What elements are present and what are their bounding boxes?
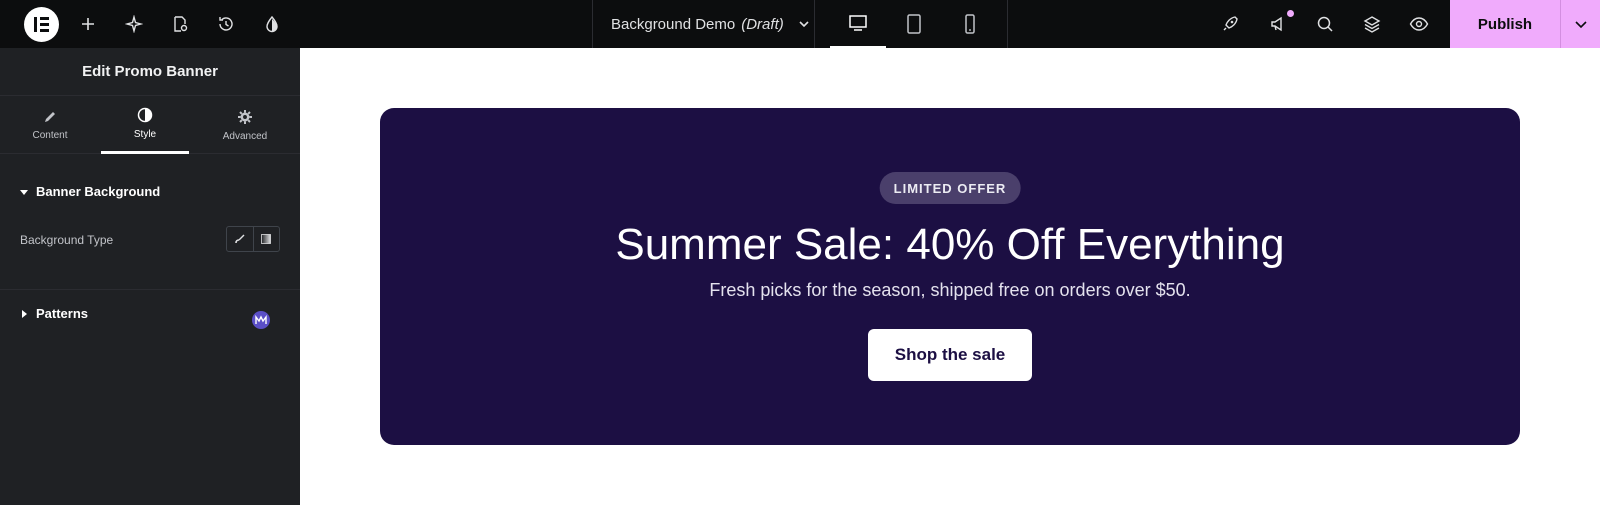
- gradient-icon: [261, 234, 272, 244]
- banner-subline: Fresh picks for the season, shipped free…: [709, 280, 1191, 300]
- droplet-icon: [266, 15, 278, 33]
- top-bar: Background Demo (Draft) Publish: [0, 0, 1600, 48]
- tablet-icon: [907, 14, 921, 34]
- layers-icon: [1363, 16, 1381, 33]
- background-gradient-option[interactable]: [252, 227, 280, 251]
- section-divider: [0, 289, 300, 290]
- launch-button[interactable]: [1218, 0, 1242, 48]
- search-button[interactable]: [1313, 0, 1337, 48]
- document-switcher[interactable]: Background Demo (Draft): [592, 0, 815, 48]
- mobile-icon: [965, 14, 975, 34]
- tab-style-label: Style: [133, 129, 157, 140]
- search-icon: [1317, 16, 1333, 32]
- brush-icon: [234, 234, 245, 244]
- add-element-button[interactable]: [76, 0, 100, 48]
- structure-button[interactable]: [1360, 0, 1384, 48]
- editor-panel: Edit Promo Banner Content Style Advanced…: [0, 48, 300, 505]
- tablet-mode-button[interactable]: [886, 0, 942, 48]
- megaphone-icon: [1271, 16, 1282, 32]
- promo-banner[interactable]: LIMITED OFFER Summer Sale: 40% Off Every…: [380, 108, 1520, 445]
- tab-content-label: Content: [32, 129, 68, 141]
- section-banner-background-label: Banner Background: [36, 184, 161, 199]
- offer-badge: LIMITED OFFER: [879, 172, 1021, 204]
- sparkle-icon: [125, 15, 143, 33]
- document-title: Background Demo: [611, 15, 736, 33]
- shop-sale-button[interactable]: Shop the sale: [868, 329, 1032, 381]
- desktop-icon: [849, 15, 867, 31]
- site-settings-button[interactable]: [260, 0, 284, 48]
- desktop-mode-button[interactable]: [830, 0, 886, 48]
- caret-down-icon: [20, 189, 28, 195]
- tab-advanced[interactable]: Advanced: [201, 96, 289, 154]
- caret-right-icon: [22, 309, 27, 318]
- background-type-label: Background Type: [20, 233, 114, 247]
- pro-feature-icon: [252, 311, 270, 329]
- tab-style[interactable]: Style: [101, 96, 189, 154]
- panel-tabs: Content Style Advanced: [0, 96, 300, 154]
- gear-icon: [238, 109, 252, 124]
- publish-options-button[interactable]: [1560, 0, 1600, 48]
- page-settings-icon: [174, 16, 188, 32]
- mobile-mode-button[interactable]: [942, 0, 998, 48]
- tab-content[interactable]: Content: [6, 96, 94, 154]
- history-icon: [219, 17, 233, 31]
- preview-canvas: LIMITED OFFER Summer Sale: 40% Off Every…: [300, 48, 1600, 505]
- chevron-down-icon: [799, 21, 809, 28]
- responsive-mode-switcher: [815, 0, 1008, 48]
- tab-advanced-label: Advanced: [222, 130, 268, 142]
- ai-button[interactable]: [122, 0, 146, 48]
- publish-button[interactable]: Publish: [1450, 0, 1560, 48]
- preview-button[interactable]: [1407, 0, 1431, 48]
- page-settings-button[interactable]: [168, 0, 192, 48]
- banner-headline: Summer Sale: 40% Off Everything: [615, 220, 1285, 269]
- eye-icon: [1409, 17, 1429, 31]
- history-button[interactable]: [214, 0, 238, 48]
- section-patterns[interactable]: Patterns: [20, 306, 88, 321]
- whats-new-button[interactable]: [1266, 0, 1290, 48]
- pencil-icon: [45, 111, 55, 122]
- document-status: (Draft): [741, 15, 784, 33]
- background-type-control: [226, 226, 280, 252]
- section-patterns-label: Patterns: [36, 306, 89, 321]
- half-circle-icon: [137, 107, 153, 123]
- rocket-icon: [1223, 16, 1238, 31]
- chevron-down-icon: [1574, 21, 1587, 29]
- panel-title: Edit Promo Banner: [0, 48, 300, 96]
- background-classic-option[interactable]: [227, 227, 253, 251]
- section-banner-background[interactable]: Banner Background: [20, 184, 160, 199]
- plus-icon: [82, 18, 94, 30]
- notification-dot: [1287, 10, 1294, 17]
- elementor-logo-icon[interactable]: [24, 7, 59, 42]
